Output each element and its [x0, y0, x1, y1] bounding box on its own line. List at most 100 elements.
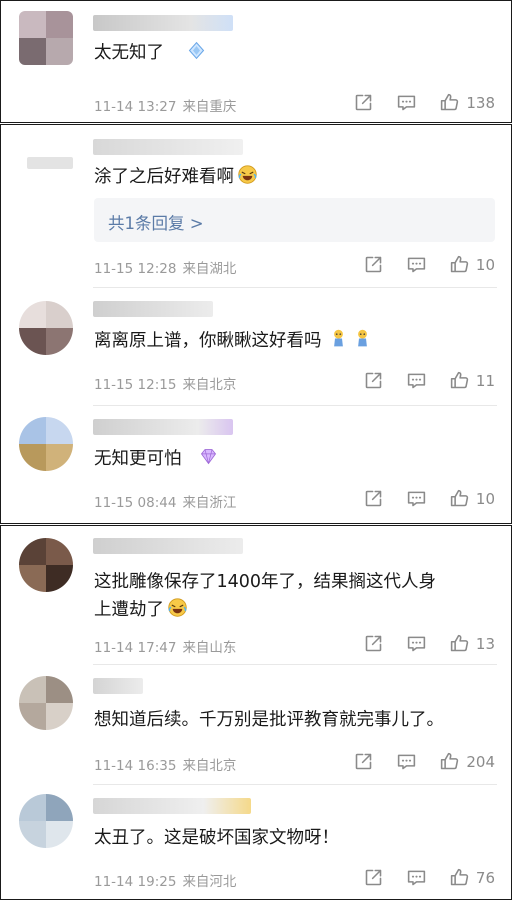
comment-actions: 204: [331, 751, 495, 772]
comment-icon: [406, 488, 427, 509]
comment-text: 涂了之后好难看啊: [94, 163, 495, 191]
divider: [93, 287, 497, 288]
avatar[interactable]: [19, 11, 73, 65]
username-blurred[interactable]: [93, 15, 233, 31]
username-blurred[interactable]: [93, 419, 233, 435]
figure-emoji-icon: [352, 328, 373, 349]
share-icon: [363, 370, 384, 391]
share-button[interactable]: [363, 370, 384, 391]
laugh-emoji-icon: [237, 164, 258, 185]
comment-item: 想知道后续。千万别是批评教育就完事儿了。 11-14 16:35 来自北京 204: [1, 666, 511, 784]
username-blurred[interactable]: [93, 678, 143, 694]
figure-emoji-icon: [328, 328, 349, 349]
like-icon: [449, 370, 470, 391]
comment-date: 11-14 16:35: [94, 758, 177, 774]
share-icon: [353, 92, 374, 113]
like-button[interactable]: 138: [439, 92, 495, 113]
diamond-icon: [186, 40, 207, 61]
like-icon: [449, 633, 470, 654]
comment-date: 11-14 19:25: [94, 874, 177, 890]
comment-text: 无知更可怕: [94, 445, 495, 473]
username-blurred[interactable]: [93, 538, 243, 554]
avatar[interactable]: [19, 794, 73, 848]
comment-location: 来自湖北: [182, 261, 237, 277]
comment-panel-2: 涂了之后好难看啊 共1条回复 > 11-15 12:28 来自湖北 10 离离原上…: [0, 124, 512, 524]
comment-meta: 11-15 08:44 来自浙江: [94, 491, 242, 511]
share-icon: [353, 751, 374, 772]
share-button[interactable]: [363, 488, 384, 509]
like-count: 13: [475, 634, 495, 653]
reply-button[interactable]: [406, 370, 427, 391]
divider: [93, 405, 497, 406]
comment-location: 来自河北: [182, 874, 237, 890]
share-icon: [363, 254, 384, 275]
divider: [93, 664, 497, 665]
like-count: 10: [475, 255, 495, 274]
comment-meta: 11-14 17:47 来自山东: [94, 636, 242, 656]
like-button[interactable]: 13: [449, 633, 495, 654]
share-button[interactable]: [363, 633, 384, 654]
like-button[interactable]: 11: [449, 370, 495, 391]
comment-meta: 11-14 13:27 来自重庆: [94, 95, 242, 115]
username-blurred[interactable]: [93, 798, 251, 814]
share-button[interactable]: [363, 254, 384, 275]
comment-icon: [406, 370, 427, 391]
comment-item: 无知更可怕 11-15 08:44 来自浙江 10: [1, 407, 511, 523]
comment-item: 这批雕像保存了1400年了，结果搁这代人身 上遭劫了 11-14 17:47 来自…: [1, 526, 511, 662]
reply-button[interactable]: [396, 92, 417, 113]
username-blurred[interactable]: [93, 139, 243, 155]
comment-meta: 11-15 12:15 来自北京: [94, 373, 242, 393]
avatar[interactable]: [19, 676, 73, 730]
comment-meta: 11-14 19:25 来自河北: [94, 870, 242, 890]
reply-button[interactable]: [396, 751, 417, 772]
comment-actions: 10: [341, 488, 495, 509]
share-icon: [363, 867, 384, 888]
comment-location: 来自山东: [182, 640, 237, 656]
like-icon: [439, 92, 460, 113]
comment-text: 这批雕像保存了1400年了，结果搁这代人身 上遭劫了: [94, 572, 437, 620]
share-button[interactable]: [363, 867, 384, 888]
comment-actions: 76: [341, 867, 495, 888]
comment-actions: 10: [341, 254, 495, 275]
like-button[interactable]: 76: [449, 867, 495, 888]
like-count: 11: [475, 371, 495, 390]
comment-date: 11-14 13:27: [94, 99, 177, 115]
share-icon: [363, 633, 384, 654]
comment-location: 来自北京: [182, 377, 237, 393]
share-button[interactable]: [353, 92, 374, 113]
comment-text: 太丑了。这是破坏国家文物呀！: [94, 828, 339, 848]
comment-icon: [406, 867, 427, 888]
like-icon: [449, 254, 470, 275]
reply-button[interactable]: [406, 254, 427, 275]
comment-date: 11-14 17:47: [94, 640, 177, 656]
comment-text: 太无知了: [94, 39, 495, 67]
laugh-emoji-icon: [167, 597, 188, 618]
comment-panel-1: 太无知了 11-14 13:27 来自重庆 138: [0, 0, 512, 123]
comment-item: 离离原上谱，你瞅瞅这好看吗 11-15 12:15 来自北京 11: [1, 289, 511, 405]
reply-button[interactable]: [406, 488, 427, 509]
comment-date: 11-15 12:28: [94, 261, 177, 277]
avatar[interactable]: [19, 417, 73, 471]
reply-button[interactable]: [406, 633, 427, 654]
like-button[interactable]: 204: [439, 751, 495, 772]
comment-icon: [406, 633, 427, 654]
like-button[interactable]: 10: [449, 254, 495, 275]
reply-summary[interactable]: 共1条回复 >: [94, 198, 495, 242]
reply-button[interactable]: [406, 867, 427, 888]
comment-location: 来自浙江: [182, 495, 237, 511]
divider: [93, 784, 497, 785]
share-button[interactable]: [353, 751, 374, 772]
comment-text: 想知道后续。千万别是批评教育就完事儿了。: [94, 710, 444, 730]
comment-icon: [396, 92, 417, 113]
username-blurred[interactable]: [27, 157, 73, 169]
comment-location: 来自北京: [182, 758, 237, 774]
username-blurred[interactable]: [93, 301, 213, 317]
comment-text: 离离原上谱，你瞅瞅这好看吗: [94, 327, 495, 355]
like-count: 10: [475, 489, 495, 508]
avatar[interactable]: [19, 301, 73, 355]
comment-actions: 138: [331, 92, 495, 113]
reply-count-link[interactable]: 共1条回复 >: [108, 210, 204, 234]
avatar[interactable]: [19, 538, 73, 592]
like-button[interactable]: 10: [449, 488, 495, 509]
like-icon: [439, 751, 460, 772]
